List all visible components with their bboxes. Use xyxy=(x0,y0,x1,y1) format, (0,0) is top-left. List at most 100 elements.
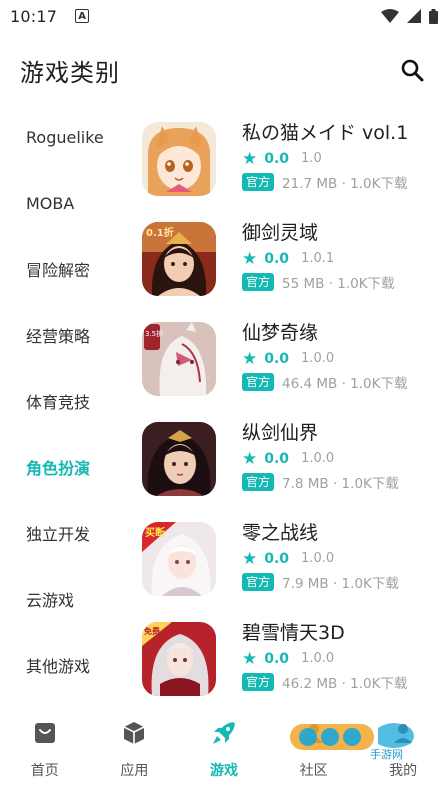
category-other[interactable]: 其他游戏 xyxy=(0,632,126,698)
category-sidebar: Roguelike MOBA 冒险解密 经营策略 体育竞技 角色扮演 独立开发 … xyxy=(0,104,126,704)
game-name: 仙梦奇缘 xyxy=(242,322,319,344)
header: 游戏类别 xyxy=(0,44,448,96)
category-roguelike[interactable]: Roguelike xyxy=(0,104,126,170)
home-bag-icon xyxy=(32,720,58,746)
star-icon: ★ xyxy=(242,349,258,369)
game-icon: 0.1折 xyxy=(142,222,216,296)
nav-community[interactable]: 社区 xyxy=(269,714,359,796)
game-size-downloads: 46.2 MB · 1.0K下载 xyxy=(282,676,408,692)
community-icon xyxy=(301,720,327,746)
nav-home[interactable]: 首页 xyxy=(0,714,90,796)
star-icon: ★ xyxy=(242,649,258,669)
game-rating: 0.0 xyxy=(264,251,290,267)
game-meta: ★ 0.0 1.0.0 xyxy=(242,350,442,368)
category-label: 冒险解密 xyxy=(26,261,91,280)
game-sub: 官方 7.8 MB · 1.0K下载 xyxy=(242,472,442,492)
game-meta: ★ 0.0 1.0 xyxy=(242,150,442,168)
game-name: 纵剑仙界 xyxy=(242,422,319,444)
game-list-item[interactable]: 买断 零之战线 ★ 0.0 1.0.0 官方 7.9 MB · 1.0K下载 xyxy=(142,520,442,620)
status-time: 10:17 xyxy=(10,6,58,26)
free-label: 免费 xyxy=(144,626,160,636)
star-icon: ★ xyxy=(242,149,258,169)
game-list-item[interactable]: 免费 碧雪情天3D ★ 0.0 1.0.0 官方 46.2 MB · 1.0K下… xyxy=(142,620,442,720)
game-info: 私の猫メイド vol.1 ★ 0.0 1.0 官方 21.7 MB · 1.0K… xyxy=(242,120,442,192)
battery-icon xyxy=(429,8,438,24)
discount-label: 0.1折 xyxy=(146,226,174,239)
game-version: 1.0 xyxy=(301,151,322,166)
official-badge: 官方 xyxy=(242,173,275,191)
buyout-label: 买断 xyxy=(145,526,165,539)
status-icons xyxy=(381,8,438,24)
game-meta: ★ 0.0 1.0.0 xyxy=(242,650,442,668)
game-size-downloads: 21.7 MB · 1.0K下载 xyxy=(282,176,408,192)
category-rpg[interactable]: 角色扮演 xyxy=(0,434,126,500)
bottom-nav: 首页 应用 游戏 社区 我的 xyxy=(0,714,448,796)
game-sub: 官方 21.7 MB · 1.0K下载 xyxy=(242,172,442,192)
search-icon xyxy=(401,59,424,82)
official-badge: 官方 xyxy=(242,673,275,691)
game-rating: 0.0 xyxy=(264,551,290,567)
nav-label: 社区 xyxy=(299,763,328,779)
game-icon: 买断 xyxy=(142,522,216,596)
category-indie[interactable]: 独立开发 xyxy=(0,500,126,566)
game-sub: 官方 7.9 MB · 1.0K下载 xyxy=(242,572,442,592)
category-cloud-games[interactable]: 云游戏 xyxy=(0,566,126,632)
game-icon xyxy=(142,422,216,496)
profile-icon xyxy=(390,720,416,746)
nav-label: 我的 xyxy=(389,763,418,779)
game-sub: 官方 55 MB · 1.0K下载 xyxy=(242,272,442,292)
star-icon: ★ xyxy=(242,249,258,269)
game-meta: ★ 0.0 1.0.0 xyxy=(242,550,442,568)
game-sub: 官方 46.2 MB · 1.0K下载 xyxy=(242,672,442,692)
nav-apps[interactable]: 应用 xyxy=(90,714,180,796)
game-icon: 3.5折 xyxy=(142,322,216,396)
official-badge: 官方 xyxy=(242,273,275,291)
game-info: 御剑灵域 ★ 0.0 1.0.1 官方 55 MB · 1.0K下载 xyxy=(242,220,442,292)
game-size-downloads: 7.9 MB · 1.0K下载 xyxy=(282,576,399,592)
nav-profile[interactable]: 我的 xyxy=(358,714,448,796)
game-rating: 0.0 xyxy=(264,451,290,467)
game-info: 零之战线 ★ 0.0 1.0.0 官方 7.9 MB · 1.0K下载 xyxy=(242,520,442,592)
game-list-item[interactable]: 私の猫メイド vol.1 ★ 0.0 1.0 官方 21.7 MB · 1.0K… xyxy=(142,120,442,220)
game-list-item[interactable]: 3.5折 仙梦奇缘 ★ 0.0 1.0.0 官方 46.4 MB · 1.0K下… xyxy=(142,320,442,420)
official-badge: 官方 xyxy=(242,573,275,591)
category-sports[interactable]: 体育竞技 xyxy=(0,368,126,434)
search-button[interactable] xyxy=(396,54,428,86)
category-label: MOBA xyxy=(26,193,75,213)
game-list-item[interactable]: 0.1折 御剑灵域 ★ 0.0 1.0.1 官方 55 MB · 1.0K下载 xyxy=(142,220,442,320)
game-info: 碧雪情天3D ★ 0.0 1.0.0 官方 46.2 MB · 1.0K下载 xyxy=(242,620,442,692)
rocket-icon xyxy=(211,720,237,746)
game-list-item[interactable]: 纵剑仙界 ★ 0.0 1.0.0 官方 7.8 MB · 1.0K下载 xyxy=(142,420,442,520)
game-name: 私の猫メイド vol.1 xyxy=(242,122,409,144)
game-version: 1.0.0 xyxy=(301,351,335,366)
star-icon: ★ xyxy=(242,449,258,469)
category-label: 经营策略 xyxy=(26,327,91,346)
category-label: 角色扮演 xyxy=(26,459,91,478)
game-name: 零之战线 xyxy=(242,522,319,544)
game-info: 纵剑仙界 ★ 0.0 1.0.0 官方 7.8 MB · 1.0K下载 xyxy=(242,420,442,492)
wifi-icon xyxy=(381,9,399,23)
nav-label: 首页 xyxy=(30,763,59,779)
nav-label: 游戏 xyxy=(209,763,238,779)
game-name: 御剑灵域 xyxy=(242,222,319,244)
category-label: Roguelike xyxy=(26,127,104,147)
game-rating: 0.0 xyxy=(264,351,290,367)
category-moba[interactable]: MOBA xyxy=(0,170,126,236)
game-sub: 官方 46.4 MB · 1.0K下载 xyxy=(242,372,442,392)
category-adventure-puzzle[interactable]: 冒险解密 xyxy=(0,236,126,302)
notification-a-icon: A xyxy=(75,9,90,23)
category-label: 其他游戏 xyxy=(26,657,91,676)
star-icon: ★ xyxy=(242,549,258,569)
category-strategy[interactable]: 经营策略 xyxy=(0,302,126,368)
official-badge: 官方 xyxy=(242,373,275,391)
category-label: 云游戏 xyxy=(26,591,75,610)
official-badge: 官方 xyxy=(242,473,275,491)
game-version: 1.0.0 xyxy=(301,451,335,466)
nav-games[interactable]: 游戏 xyxy=(179,714,269,796)
game-name: 碧雪情天3D xyxy=(242,622,345,644)
game-rating: 0.0 xyxy=(264,651,290,667)
game-size-downloads: 7.8 MB · 1.0K下载 xyxy=(282,476,399,492)
nav-label: 应用 xyxy=(120,763,149,779)
game-meta: ★ 0.0 1.0.0 xyxy=(242,450,442,468)
status-bar: 10:17 A xyxy=(0,0,448,32)
